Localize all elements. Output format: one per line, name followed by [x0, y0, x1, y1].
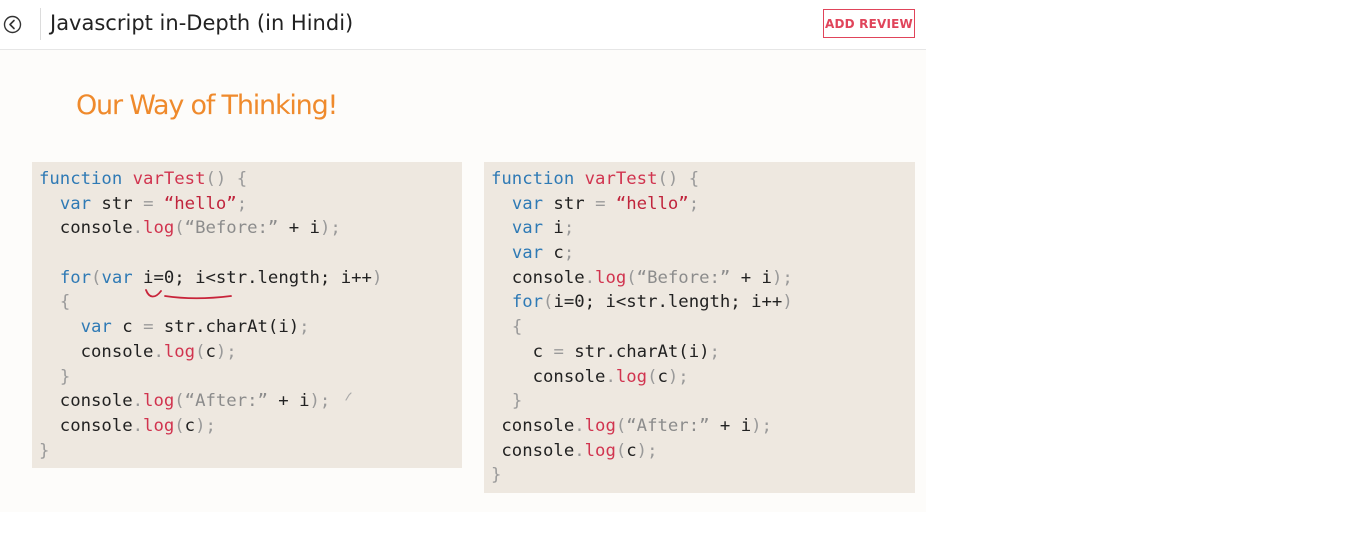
code-panel-right: function varTest() { var str = “hello”; … — [484, 162, 915, 493]
add-review-button[interactable]: ADD REVIEW — [823, 9, 915, 38]
code-line: console.log(“After:” + i); — [491, 415, 772, 436]
code-line: { — [511, 317, 523, 338]
code-line: for(var i=0; i<str.length; i++) — [59, 267, 383, 288]
code-line: for(i=0; i<str.length; i++) — [511, 292, 793, 313]
handwritten-underline — [145, 289, 232, 300]
course-title: Javascript in-Depth (in Hindi) — [50, 11, 354, 35]
top-bar: Javascript in-Depth (in Hindi) ADD REVIE… — [0, 0, 926, 50]
code-line: } — [59, 366, 71, 387]
code-line: c = str.charAt(i); — [491, 341, 720, 362]
code-line: console.log(c); — [491, 366, 689, 387]
code-line: var c; — [511, 243, 575, 264]
code-block-left: function varTest() { var str = “hello”; … — [39, 167, 382, 463]
back-icon[interactable] — [3, 15, 22, 34]
code-panel-left: function varTest() { var str = “hello”; … — [32, 162, 462, 468]
code-line: var str = “hello”; — [59, 193, 248, 214]
lecture-slide: Our Way of Thinking! function varTest() … — [0, 50, 926, 512]
code-line: } — [491, 465, 502, 486]
code-line: var c = str.charAt(i); — [80, 317, 310, 338]
annotation-mark — [345, 392, 352, 401]
code-line: console.log(c); — [491, 440, 658, 461]
code-line: console.log(“After:” + i); — [39, 391, 331, 412]
code-line: var str = “hello”; — [511, 193, 700, 214]
header-divider — [40, 8, 41, 40]
code-block-right: function varTest() { var str = “hello”; … — [491, 167, 793, 488]
code-line: var i; — [511, 218, 575, 239]
code-line: function varTest() { — [491, 169, 700, 189]
code-line: console.log(c); — [39, 415, 216, 436]
code-line: console.log(c); — [39, 341, 237, 362]
code-line: console.log(“Before:” + i); — [491, 267, 793, 288]
code-line: console.log(“Before:” + i); — [39, 218, 341, 239]
code-line: } — [39, 440, 50, 461]
code-line: } — [511, 391, 523, 412]
slide-heading: Our Way of Thinking! — [76, 90, 338, 121]
code-line: function varTest() { — [39, 169, 248, 189]
